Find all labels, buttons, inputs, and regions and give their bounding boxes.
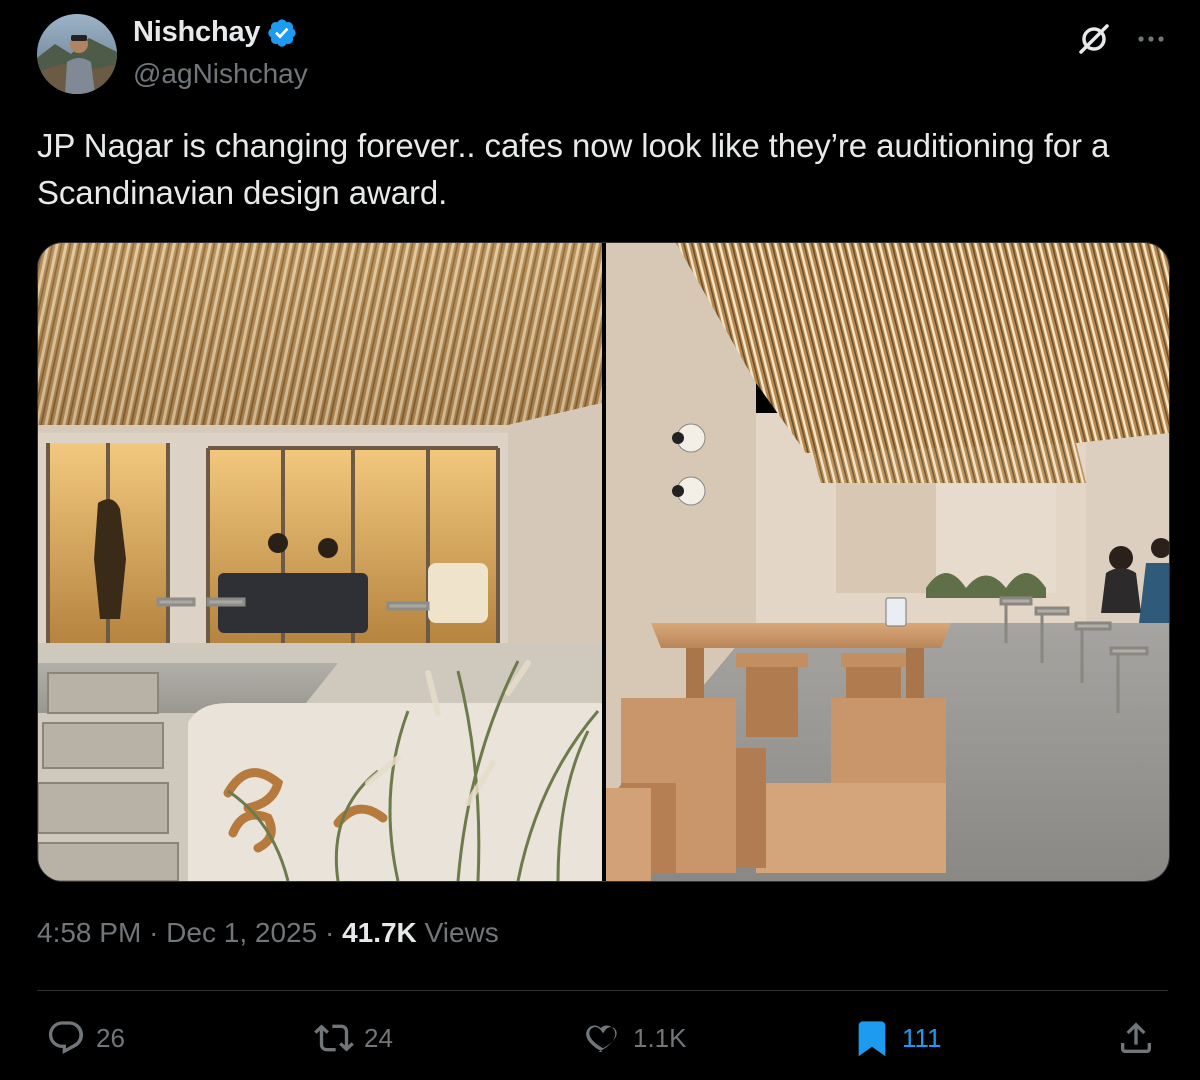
share-icon xyxy=(1121,1022,1151,1053)
like-count: 1.1K xyxy=(633,1022,687,1053)
author-name-row: Nishchay xyxy=(133,16,298,49)
tweet-date[interactable]: Dec 1, 2025 xyxy=(166,917,317,948)
divider xyxy=(37,990,1168,991)
repost-count: 24 xyxy=(364,1022,393,1053)
verified-badge-icon[interactable] xyxy=(266,17,298,49)
tweet-meta: 4:58 PM · Dec 1, 2025 · 41.7K Views xyxy=(37,917,499,949)
heart-icon xyxy=(586,1025,617,1053)
grok-icon[interactable] xyxy=(1075,20,1113,58)
views-count: 41.7K xyxy=(342,917,417,948)
meta-separator: · xyxy=(324,917,335,948)
tweet: Nishchay @agNishchay JP Nagar is changin… xyxy=(0,0,1200,1080)
meta-separator: · xyxy=(149,917,159,948)
reply-count: 26 xyxy=(96,1022,125,1053)
display-name[interactable]: Nishchay xyxy=(133,16,261,49)
media-grid xyxy=(37,242,1170,882)
photo-cafe-courtyard[interactable] xyxy=(606,243,1169,881)
tweet-time[interactable]: 4:58 PM xyxy=(37,917,141,948)
repost-icon xyxy=(314,1024,354,1052)
bookmark-count: 111 xyxy=(902,1022,942,1053)
more-icon[interactable] xyxy=(1134,22,1168,56)
photo-cafe-exterior[interactable] xyxy=(38,243,602,881)
bookmark-button[interactable]: 111 xyxy=(852,1018,942,1058)
views-label: Views xyxy=(424,917,499,948)
tweet-text: JP Nagar is changing forever.. cafes now… xyxy=(37,127,1110,211)
like-button[interactable]: 1.1K xyxy=(583,1018,687,1058)
reply-icon xyxy=(48,1021,84,1054)
avatar[interactable] xyxy=(37,14,117,94)
author-handle[interactable]: @agNishchay xyxy=(133,58,308,90)
bookmark-icon xyxy=(858,1021,886,1057)
repost-button[interactable]: 24 xyxy=(314,1018,393,1058)
share-button[interactable] xyxy=(1116,1018,1156,1058)
reply-button[interactable]: 26 xyxy=(46,1018,125,1058)
avatar-image xyxy=(37,14,117,94)
